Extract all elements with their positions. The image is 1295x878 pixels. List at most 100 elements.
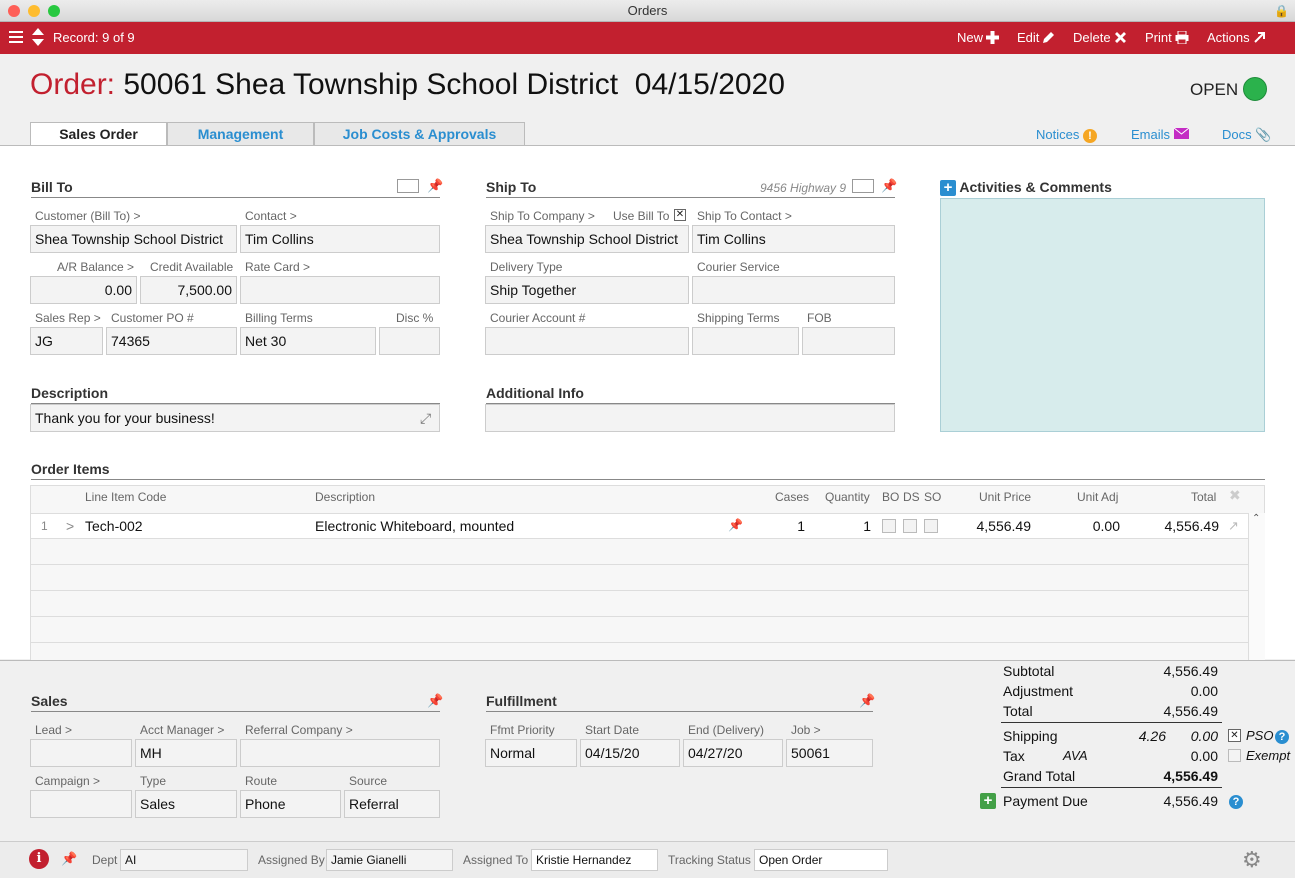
acct-manager-label[interactable]: Acct Manager > [140,723,224,737]
docs-link[interactable]: Docs 📎 [1222,127,1271,143]
ar-balance-label[interactable]: A/R Balance > [57,260,134,274]
customer-po-field[interactable]: 74365 [106,327,237,355]
address-card-icon[interactable] [852,179,874,193]
delivery-type-field[interactable]: Ship Together [485,276,689,304]
shipping-terms-field[interactable] [692,327,799,355]
col-header-total: Total [1191,490,1217,504]
pin-icon[interactable]: 📌 [427,693,443,709]
courier-account-field[interactable] [485,327,689,355]
customer-label[interactable]: Customer (Bill To) > [35,209,140,223]
ds-checkbox[interactable] [903,519,917,533]
menu-icon[interactable] [6,22,23,54]
ship-company-label[interactable]: Ship To Company > [490,209,595,223]
row-action-icon[interactable]: ↗ [1228,518,1239,534]
delete-button[interactable]: Delete [1073,22,1127,54]
add-payment-icon[interactable]: + [980,793,996,809]
line-item-unit-adj[interactable]: 0.00 [1031,518,1120,534]
lead-field[interactable] [30,739,132,767]
pin-icon[interactable]: 📌 [859,693,875,709]
scroll-up-icon[interactable]: ⌃ [1252,513,1260,524]
emails-link[interactable]: Emails [1131,127,1189,142]
assigned-to-field[interactable]: Kristie Hernandez [531,849,658,871]
ship-contact-label[interactable]: Ship To Contact > [697,209,792,223]
minimize-window-button[interactable] [28,5,40,17]
use-bill-to-checkbox[interactable]: ✕ [674,209,686,221]
sales-rep-field[interactable]: JG [30,327,103,355]
additional-info-title: Additional Info [486,385,584,401]
line-item-unit-price[interactable]: 4,556.49 [931,518,1032,534]
tab-sales-order[interactable]: Sales Order [30,122,167,147]
rate-card-field[interactable] [240,276,440,304]
credit-available-field: 7,500.00 [140,276,237,304]
ship-contact-field[interactable]: Tim Collins [692,225,895,253]
campaign-field[interactable] [30,790,132,818]
record-navigator-icon[interactable] [28,22,45,54]
notices-link[interactable]: Notices ! [1036,127,1097,143]
pin-icon[interactable]: 📌 [61,851,77,867]
rate-card-label[interactable]: Rate Card > [245,260,310,274]
acct-manager-field[interactable]: MH [135,739,237,767]
fob-field[interactable] [802,327,895,355]
edit-button[interactable]: Edit [1017,22,1055,54]
empty-row[interactable] [31,591,1248,617]
row-expand-icon[interactable]: > [66,518,74,534]
start-date-field[interactable]: 04/15/20 [580,739,680,767]
gear-icon[interactable]: ⚙ [1242,847,1262,873]
print-button[interactable]: Print [1145,22,1189,54]
help-icon[interactable]: ? [1275,730,1289,744]
referral-company-label[interactable]: Referral Company > [245,723,353,737]
line-item-code[interactable]: Tech-002 [85,518,143,534]
sales-rep-label[interactable]: Sales Rep > [35,311,101,325]
disc-field[interactable] [379,327,440,355]
table-row[interactable]: 1 > Tech-002 Electronic Whiteboard, moun… [31,513,1248,539]
job-label[interactable]: Job > [791,723,821,737]
expand-icon[interactable]: ⤢ [420,410,431,427]
line-item-cases[interactable]: 1 [731,518,805,534]
pso-checkbox[interactable]: ✕ [1228,729,1241,742]
actions-button[interactable]: Actions [1207,22,1266,54]
info-icon[interactable]: i [29,849,49,869]
bo-checkbox[interactable] [882,519,896,533]
description-field[interactable]: Thank you for your business! [30,404,440,432]
tab-job-costs-approvals[interactable]: Job Costs & Approvals [314,122,525,146]
billing-terms-field[interactable]: Net 30 [240,327,376,355]
empty-row[interactable] [31,539,1248,565]
dept-field[interactable]: AI [120,849,248,871]
ffmt-priority-field[interactable]: Normal [485,739,577,767]
job-field[interactable]: 50061 [786,739,873,767]
tab-management[interactable]: Management [167,122,314,146]
line-item-description[interactable]: Electronic Whiteboard, mounted [315,518,514,534]
close-window-button[interactable] [8,5,20,17]
empty-row[interactable] [31,617,1248,643]
line-item-quantity[interactable]: 1 [801,518,871,534]
help-icon[interactable]: ? [1229,795,1243,809]
sales-order-panel: Bill To 📌 Customer (Bill To) > Shea Town… [0,145,1295,661]
pin-icon[interactable]: 📌 [427,178,443,194]
empty-row[interactable] [31,565,1248,591]
campaign-label[interactable]: Campaign > [35,774,100,788]
pin-icon[interactable]: 📌 [881,178,897,194]
activities-panel[interactable] [940,198,1265,432]
additional-info-field[interactable] [485,404,895,432]
contact-label[interactable]: Contact > [245,209,297,223]
add-activity-icon[interactable]: + [940,180,956,196]
referral-company-field[interactable] [240,739,440,767]
source-field[interactable]: Referral [344,790,440,818]
route-field[interactable]: Phone [240,790,341,818]
contact-field[interactable]: Tim Collins [240,225,440,253]
exempt-checkbox[interactable] [1228,749,1241,762]
type-field[interactable]: Sales [135,790,237,818]
table-scrollbar[interactable]: ⌃ [1248,513,1265,661]
zoom-window-button[interactable] [48,5,60,17]
lead-label[interactable]: Lead > [35,723,72,737]
customer-field[interactable]: Shea Township School District [30,225,237,253]
new-button[interactable]: New [957,22,1000,54]
address-card-icon[interactable] [397,179,419,193]
adjustment-value[interactable]: 0.00 [1120,683,1218,699]
shipping-value[interactable]: 0.00 [1170,728,1218,744]
tracking-status-field[interactable]: Open Order [754,849,888,871]
courier-service-field[interactable] [692,276,895,304]
end-date-field[interactable]: 04/27/20 [683,739,783,767]
ship-company-field[interactable]: Shea Township School District [485,225,689,253]
col-header-bo: BO [882,490,900,504]
